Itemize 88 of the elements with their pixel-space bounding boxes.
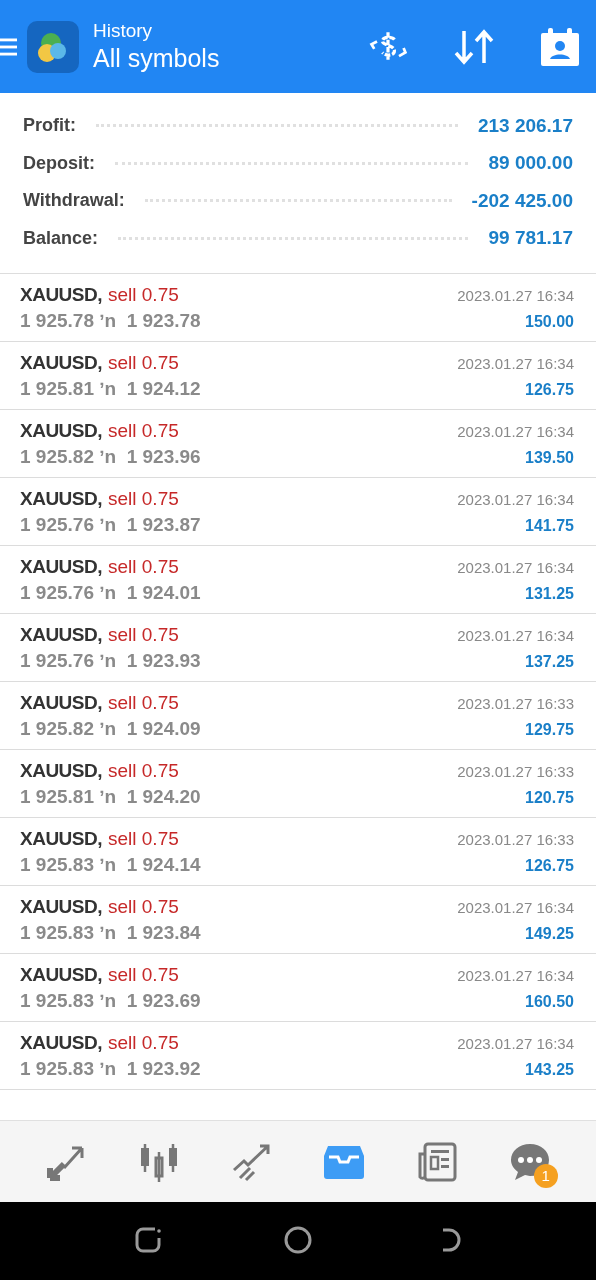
deal-time: 2023.01.27 16:34 bbox=[457, 559, 574, 576]
recent-apps-icon[interactable] bbox=[133, 1225, 163, 1255]
deal-prices: 1 925.83 ʼn 1 923.92 bbox=[20, 1058, 201, 1080]
deal-profit: 137.25 bbox=[525, 653, 574, 671]
symbol-label: XAUUSD, bbox=[20, 896, 102, 918]
trade-side: sell 0.75 bbox=[108, 284, 179, 306]
deal-profit: 131.25 bbox=[525, 585, 574, 603]
deal-prices: 1 925.78 ʼn 1 923.78 bbox=[20, 310, 201, 332]
deal-prices: 1 925.83 ʼn 1 923.69 bbox=[20, 990, 201, 1012]
symbol-label: XAUUSD, bbox=[20, 1032, 102, 1054]
symbol-label: XAUUSD, bbox=[20, 760, 102, 782]
deal-profit: 143.25 bbox=[525, 1061, 574, 1079]
summary-value: -202 425.00 bbox=[471, 189, 573, 212]
deal-time: 2023.01.27 16:34 bbox=[457, 355, 574, 372]
deal-time: 2023.01.27 16:34 bbox=[457, 491, 574, 508]
symbol-label: XAUUSD, bbox=[20, 420, 102, 442]
symbol-label: XAUUSD, bbox=[20, 624, 102, 646]
deal-row[interactable]: XAUUSD, sell 0.75 2023.01.27 16:34 1 925.76 ʼn 1 923.87 141.75 bbox=[0, 478, 596, 546]
summary-label: Profit: bbox=[23, 115, 76, 137]
summary-value: 213 206.17 bbox=[477, 114, 573, 137]
summary-label: Balance: bbox=[23, 227, 99, 249]
deal-time: 2023.01.27 16:34 bbox=[457, 899, 574, 916]
trade-side: sell 0.75 bbox=[108, 420, 179, 442]
symbol-label: XAUUSD, bbox=[20, 488, 102, 510]
symbol-label: XAUUSD, bbox=[20, 284, 102, 306]
deal-row[interactable]: XAUUSD, sell 0.75 2023.01.27 16:34 1 925.81 ʼn 1 924.12 126.75 bbox=[0, 342, 596, 410]
deal-time: 2023.01.27 16:34 bbox=[457, 1035, 574, 1052]
trade-side: sell 0.75 bbox=[108, 1032, 179, 1054]
deal-row[interactable]: XAUUSD, sell 0.75 2023.01.27 16:34 1 925.76 ʼn 1 923.93 137.25 bbox=[0, 614, 596, 682]
home-icon[interactable] bbox=[283, 1225, 313, 1255]
symbol-label: XAUUSD, bbox=[20, 556, 102, 578]
deal-profit: 150.00 bbox=[525, 313, 574, 331]
deal-profit: 120.75 bbox=[525, 789, 574, 807]
symbol-label: XAUUSD, bbox=[20, 964, 102, 986]
deal-time: 2023.01.27 16:33 bbox=[457, 831, 574, 848]
deal-profit: 160.50 bbox=[525, 993, 574, 1011]
deal-row[interactable]: XAUUSD, sell 0.75 2023.01.27 16:34 1 925.83 ʼn 1 923.69 160.50 bbox=[0, 954, 596, 1022]
deal-row[interactable]: XAUUSD, sell 0.75 2023.01.27 16:34 1 925.78 ʼn 1 923.78 150.00 bbox=[0, 274, 596, 342]
deal-prices: 1 925.83 ʼn 1 923.84 bbox=[20, 922, 201, 944]
deal-prices: 1 925.76 ʼn 1 923.93 bbox=[20, 650, 201, 672]
deal-row[interactable]: XAUUSD, sell 0.75 2023.01.27 16:34 1 925.82 ʼn 1 923.96 139.50 bbox=[0, 410, 596, 478]
trade-side: sell 0.75 bbox=[108, 828, 179, 850]
deal-time: 2023.01.27 16:33 bbox=[457, 695, 574, 712]
candlestick-icon bbox=[139, 1141, 179, 1182]
deal-time: 2023.01.27 16:34 bbox=[457, 627, 574, 644]
trade-side: sell 0.75 bbox=[108, 692, 179, 714]
app-logo-icon bbox=[27, 20, 79, 73]
trade-side: sell 0.75 bbox=[108, 964, 179, 986]
deal-row[interactable]: XAUUSD, sell 0.75 2023.01.27 16:33 1 925.83 ʼn 1 924.14 126.75 bbox=[0, 818, 596, 886]
deal-prices: 1 925.83 ʼn 1 924.14 bbox=[20, 854, 201, 876]
deal-profit: 141.75 bbox=[525, 517, 574, 535]
deal-profit: 126.75 bbox=[525, 381, 574, 399]
deal-time: 2023.01.27 16:34 bbox=[457, 423, 574, 440]
trade-side: sell 0.75 bbox=[108, 488, 179, 510]
deal-profit: 126.75 bbox=[525, 857, 574, 875]
calendar-contact-icon[interactable] bbox=[538, 26, 582, 67]
deal-time: 2023.01.27 16:33 bbox=[457, 763, 574, 780]
symbol-label: XAUUSD, bbox=[20, 828, 102, 850]
deal-row[interactable]: XAUUSD, sell 0.75 2023.01.27 16:34 1 925.76 ʼn 1 924.01 131.25 bbox=[0, 546, 596, 614]
deal-time: 2023.01.27 16:34 bbox=[457, 287, 574, 304]
summary-label: Deposit: bbox=[23, 152, 95, 174]
deal-row[interactable]: XAUUSD, sell 0.75 2023.01.27 16:34 1 925.83 ʼn 1 923.84 149.25 bbox=[0, 886, 596, 954]
symbol-label: XAUUSD, bbox=[20, 692, 102, 714]
deal-profit: 149.25 bbox=[525, 925, 574, 943]
trade-side: sell 0.75 bbox=[108, 624, 179, 646]
trade-side: sell 0.75 bbox=[108, 556, 179, 578]
deal-time: 2023.01.27 16:34 bbox=[457, 967, 574, 984]
deal-prices: 1 925.82 ʼn 1 923.96 bbox=[20, 446, 201, 468]
trade-side: sell 0.75 bbox=[108, 352, 179, 374]
newspaper-icon bbox=[416, 1141, 457, 1182]
deal-prices: 1 925.81 ʼn 1 924.20 bbox=[20, 786, 201, 808]
trade-side: sell 0.75 bbox=[108, 896, 179, 918]
deal-prices: 1 925.81 ʼn 1 924.12 bbox=[20, 378, 201, 400]
trade-side: sell 0.75 bbox=[108, 760, 179, 782]
summary-value: 99 781.17 bbox=[488, 227, 573, 250]
symbol-filter[interactable]: All symbols bbox=[93, 44, 324, 73]
deal-prices: 1 925.76 ʼn 1 924.01 bbox=[20, 582, 201, 604]
deal-profit: 139.50 bbox=[525, 449, 574, 467]
deal-prices: 1 925.76 ʼn 1 923.87 bbox=[20, 514, 201, 536]
screen-title: History bbox=[93, 20, 154, 42]
deal-row[interactable]: XAUUSD, sell 0.75 2023.01.27 16:33 1 925.82 ʼn 1 924.09 129.75 bbox=[0, 682, 596, 750]
summary-value: 89 000.00 bbox=[488, 152, 573, 175]
deal-row[interactable]: XAUUSD, sell 0.75 2023.01.27 16:34 1 925.83 ʼn 1 923.92 143.25 bbox=[0, 1022, 596, 1090]
symbol-label: XAUUSD, bbox=[20, 352, 102, 374]
deal-prices: 1 925.82 ʼn 1 924.09 bbox=[20, 718, 201, 740]
deal-profit: 129.75 bbox=[525, 721, 574, 739]
deal-row[interactable]: XAUUSD, sell 0.75 2023.01.27 16:33 1 925.81 ʼn 1 924.20 120.75 bbox=[0, 750, 596, 818]
summary-label: Withdrawal: bbox=[23, 190, 125, 212]
